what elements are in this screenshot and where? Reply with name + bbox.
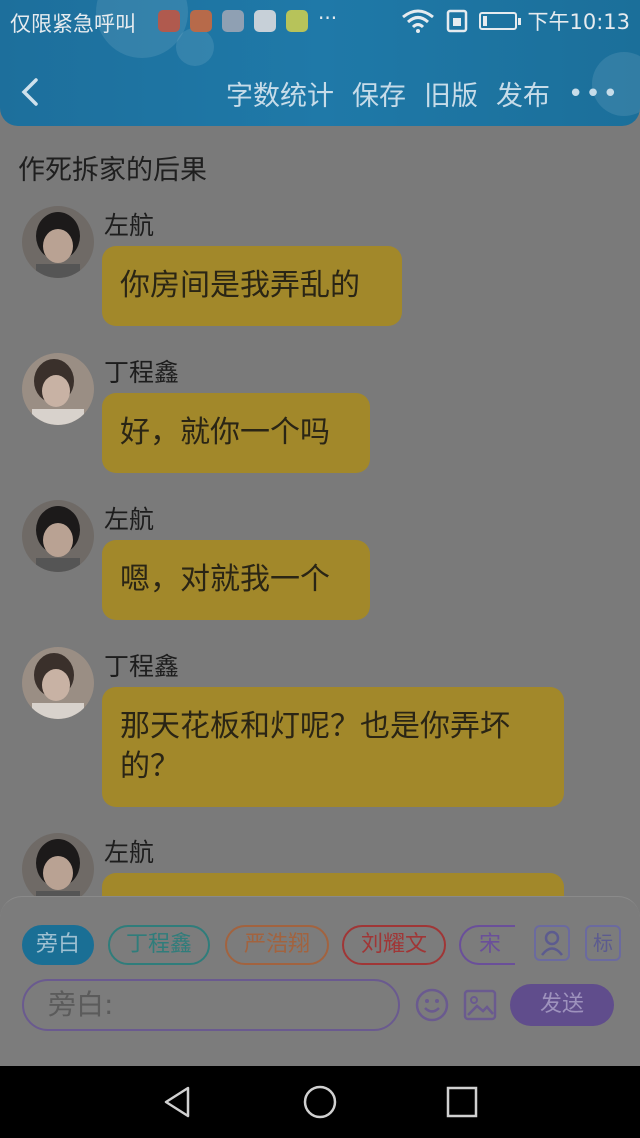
avatar[interactable] xyxy=(22,206,94,278)
sender-name: 丁程鑫 xyxy=(104,358,180,387)
sender-name: 左航 xyxy=(104,211,155,240)
more-notifications-icon: ··· xyxy=(318,6,338,30)
header-bar: 仅限紧急呼叫 ··· 下午10:13 字数统计 保存 旧版 发布 ••• xyxy=(0,0,640,126)
notification-icons xyxy=(158,10,308,32)
chat-message[interactable]: 丁程鑫 那天花板和灯呢？也是你弄坏的？ xyxy=(22,647,622,817)
emoji-icon[interactable] xyxy=(414,987,450,1023)
system-nav-bar xyxy=(0,1066,640,1138)
status-bar: 仅限紧急呼叫 ··· 下午10:13 xyxy=(0,0,640,44)
role-chip-liu[interactable]: 刘耀文 xyxy=(342,925,446,965)
gallery-app-icon xyxy=(222,10,244,32)
message-bubble[interactable]: 好，就你一个吗 xyxy=(102,393,370,473)
avatar[interactable] xyxy=(22,833,94,899)
status-right: 下午10:13 xyxy=(401,6,630,36)
send-button[interactable]: 发送 xyxy=(510,984,614,1026)
message-bubble[interactable]: 那天花板和灯呢？也是你弄坏的？ xyxy=(102,687,564,807)
wifi-icon xyxy=(402,9,435,33)
app-notification-icon xyxy=(190,10,212,32)
chat-app-icon xyxy=(286,10,308,32)
story-title[interactable]: 作死拆家的后果 xyxy=(18,148,207,187)
carrier-text: 仅限紧急呼叫 xyxy=(10,12,136,36)
clock-time: 下午10:13 xyxy=(527,10,630,34)
old-version-button[interactable]: 旧版 xyxy=(424,74,478,113)
chat-message[interactable]: 左航 xyxy=(22,833,622,899)
sender-name: 左航 xyxy=(104,505,155,534)
person-icon xyxy=(541,930,563,956)
chat-message[interactable]: 丁程鑫 好，就你一个吗 xyxy=(22,353,622,483)
message-bubble[interactable]: 嗯，对就我一个 xyxy=(102,540,370,620)
chevron-left-icon xyxy=(21,78,38,106)
publish-button[interactable]: 发布 xyxy=(496,74,550,113)
mail-app-icon xyxy=(158,10,180,32)
chat-message[interactable]: 左航 你房间是我弄乱的 xyxy=(22,206,622,336)
word-count-button[interactable]: 字数统计 xyxy=(226,74,334,113)
sender-name: 丁程鑫 xyxy=(104,652,180,681)
avatar[interactable] xyxy=(22,500,94,572)
chat-message[interactable]: 左航 嗯，对就我一个 xyxy=(22,500,622,630)
sim-icon xyxy=(447,9,468,33)
back-button[interactable] xyxy=(18,72,48,112)
sender-name: 左航 xyxy=(104,838,155,867)
home-nav-icon[interactable] xyxy=(302,1084,338,1120)
image-icon[interactable] xyxy=(462,987,498,1023)
back-nav-icon[interactable] xyxy=(160,1084,196,1120)
avatar[interactable] xyxy=(22,353,94,425)
composer-panel: 旁白 丁程鑫 严浩翔 刘耀文 宋亚 标 旁白: 发送 xyxy=(0,896,640,1066)
save-button[interactable]: 保存 xyxy=(352,74,406,113)
weibo-app-icon xyxy=(254,10,276,32)
editor-toolbar: 字数统计 保存 旧版 发布 ••• xyxy=(226,74,620,113)
more-options-button[interactable]: ••• xyxy=(568,79,620,109)
message-bubble[interactable]: 你房间是我弄乱的 xyxy=(102,246,402,326)
recents-nav-icon[interactable] xyxy=(444,1084,480,1120)
role-chip-ding[interactable]: 丁程鑫 xyxy=(108,925,210,965)
role-chip-yan[interactable]: 严浩翔 xyxy=(225,925,329,965)
role-chip-song[interactable]: 宋亚 xyxy=(459,925,515,965)
add-role-button[interactable] xyxy=(534,925,570,961)
role-chip-narration[interactable]: 旁白 xyxy=(22,925,94,965)
battery-icon xyxy=(479,12,522,30)
avatar[interactable] xyxy=(22,647,94,719)
tag-button[interactable]: 标 xyxy=(585,925,621,961)
message-input[interactable]: 旁白: xyxy=(22,979,400,1031)
